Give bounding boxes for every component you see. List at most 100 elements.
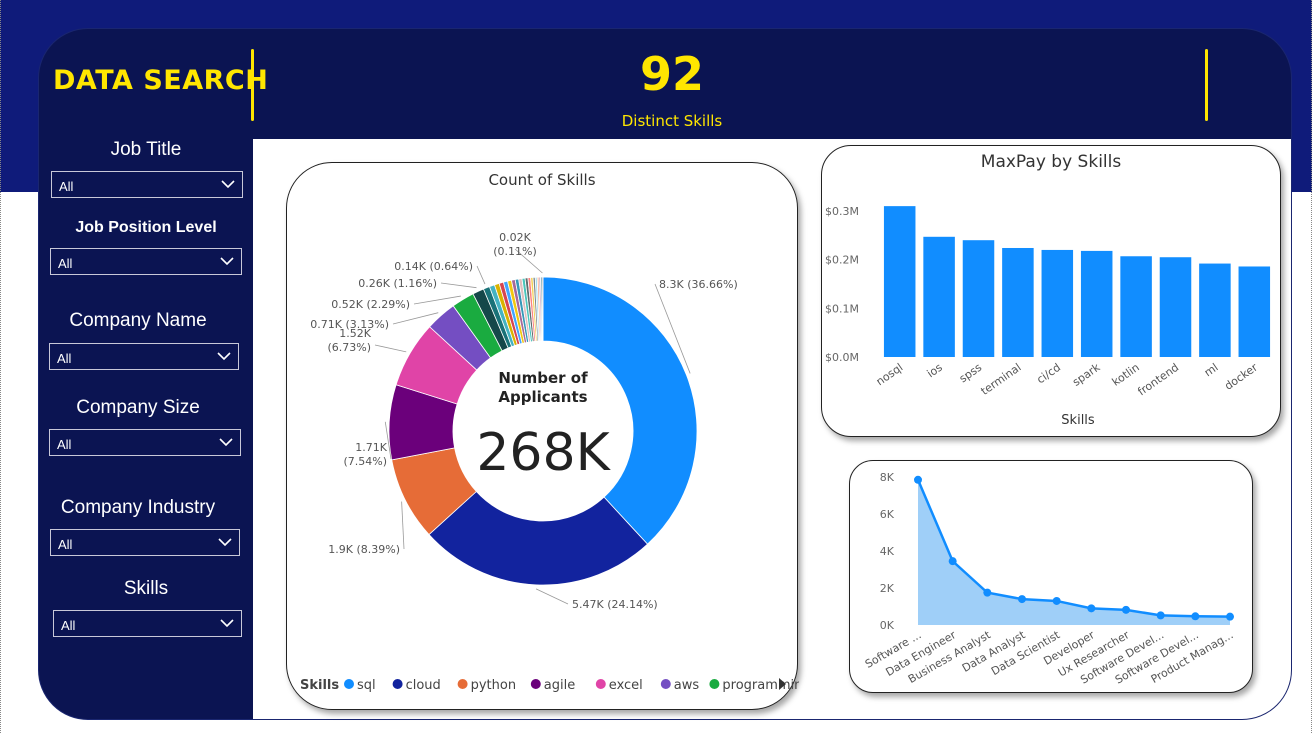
donut-chart-card[interactable]: Count of Skills 8.3K (36.66%) 5.47K (24.1…	[286, 162, 799, 710]
area-point	[914, 475, 922, 484]
bar-y-tick-label: $0.3M	[825, 205, 859, 218]
donut-data-label: 0.52K (2.29%)	[331, 298, 410, 311]
donut-center-label-line2: Applicants	[498, 388, 587, 406]
bar-x-tick-label: ios	[925, 361, 945, 381]
chevron-down-icon	[219, 438, 233, 447]
bar-x-tick-label: terminal	[979, 361, 1024, 398]
donut-data-label: (7.54%)	[343, 455, 387, 468]
bar-x-tick-label: ci/cd	[1034, 361, 1063, 386]
legend-item: excel	[609, 678, 643, 693]
bar-rect	[1080, 250, 1113, 357]
chevron-down-icon	[217, 352, 231, 361]
donut-data-label: (6.73%)	[327, 341, 371, 354]
legend-title: Skills	[300, 678, 339, 693]
bar-rect	[1120, 256, 1152, 357]
donut-data-label: 1.71K	[355, 441, 387, 454]
bar-x-tick-label: spark	[1070, 360, 1103, 388]
bar-x-tick-label: docker	[1222, 361, 1260, 393]
area-point	[948, 557, 957, 566]
donut-data-label: 0.71K (3.13%)	[310, 318, 389, 331]
donut-center-value: 268K	[476, 423, 611, 483]
chevron-down-icon	[220, 257, 234, 266]
bar-y-tick-label: $0.2M	[825, 254, 859, 267]
slicer-company-industry[interactable]: All	[50, 529, 240, 556]
slicer-value: All	[59, 179, 74, 194]
bar-rect	[1002, 247, 1034, 357]
area-point	[1087, 604, 1096, 613]
donut-data-label: 0.02K	[499, 231, 531, 244]
legend-marker	[709, 679, 720, 689]
donut-slice	[542, 276, 698, 545]
donut-leader-line	[374, 344, 407, 353]
legend-marker	[660, 679, 671, 689]
legend-marker	[344, 679, 354, 689]
donut-data-label: 5.47K (24.14%)	[572, 598, 658, 611]
donut-leader-line	[440, 282, 477, 289]
area-point	[1122, 605, 1130, 614]
donut-slice	[541, 276, 544, 342]
chevron-down-icon	[220, 619, 234, 628]
area-point	[1226, 612, 1234, 621]
slicer-job-position-level[interactable]: All	[50, 248, 242, 275]
bar-rect	[1238, 266, 1271, 357]
bar-chart-card[interactable]: MaxPay by Skills $0.0M $0.1M $0.2M $0.3M nos…	[821, 145, 1281, 437]
area-point	[1018, 595, 1026, 604]
slicer-value: All	[57, 351, 72, 366]
slicer-company-name[interactable]: All	[49, 343, 239, 370]
area-fill	[918, 479, 1230, 625]
slicer-title-company-size: Company Size	[76, 397, 200, 418]
legend-item: sql	[357, 678, 376, 693]
header-divider-right	[1205, 49, 1208, 121]
kpi-distinct-skills-value: 92	[639, 47, 704, 101]
kpi-distinct-skills-label: Distinct Skills	[621, 112, 723, 130]
donut-leader-line	[535, 588, 569, 605]
chevron-down-icon	[221, 180, 235, 189]
bar-rect	[962, 240, 995, 357]
donut-data-label: 0.14K (0.64%)	[394, 260, 473, 273]
legend-marker	[595, 679, 606, 689]
slicer-value: All	[58, 537, 73, 552]
slicer-skills[interactable]: All	[53, 610, 242, 637]
chevron-down-icon	[218, 538, 232, 547]
bar-rect	[1159, 257, 1192, 357]
donut-data-label: 1.9K (8.39%)	[328, 543, 400, 556]
donut-leader-line	[476, 265, 486, 285]
legend-item: programming	[722, 678, 799, 693]
header-divider-left	[251, 49, 254, 121]
bar-x-tick-label: spss	[957, 361, 984, 386]
bar-rect	[1041, 249, 1074, 357]
area-y-tick-label: 4K	[880, 545, 895, 558]
area-point	[1156, 611, 1165, 620]
bar-rect	[883, 206, 916, 357]
donut-chart: 8.3K (36.66%) 5.47K (24.14%) 1.9K (8.39%) 1…	[300, 231, 799, 693]
bar-x-tick-label: nosql	[874, 361, 906, 389]
slicer-value: All	[58, 256, 73, 271]
legend-item: agile	[544, 678, 575, 693]
donut-center-label-line1: Number of	[498, 369, 588, 387]
legend-marker	[457, 679, 468, 689]
slicer-value: All	[57, 437, 72, 452]
area-chart: 0K2K4K6K8KSoftware ...Data EngineerBusin…	[863, 471, 1236, 687]
donut-leader-line	[392, 312, 439, 325]
area-chart-card[interactable]: 0K 2K 4K 6K 8K Software ... Data Engineer Busin…	[849, 460, 1253, 693]
brand-title: DATA SEARCH	[53, 65, 269, 96]
page-border-left	[0, 0, 2, 733]
donut-data-label: 0.26K (1.16%)	[358, 277, 437, 290]
bar-x-axis-label: Skills	[1061, 413, 1095, 428]
slicer-title-job-position-level: Job Position Level	[75, 219, 217, 236]
area-y-tick-label: 0K	[880, 619, 895, 632]
slicer-value: All	[61, 618, 76, 633]
donut-leader-line	[413, 295, 461, 305]
bar-y-tick-label: $0.0M	[825, 351, 859, 364]
area-point	[1052, 596, 1061, 605]
bar-rect	[923, 236, 955, 357]
donut-data-label: (0.11%)	[493, 245, 537, 258]
slicer-job-title[interactable]: All	[51, 171, 243, 198]
donut-leader-line	[401, 501, 405, 550]
area-y-tick-label: 8K	[880, 471, 895, 484]
bar-rect	[1199, 263, 1231, 357]
slicer-company-size[interactable]: All	[49, 429, 241, 456]
legend-item: aws	[674, 678, 700, 693]
slicer-title-job-title: Job Title	[110, 139, 182, 160]
area-point	[983, 588, 992, 597]
